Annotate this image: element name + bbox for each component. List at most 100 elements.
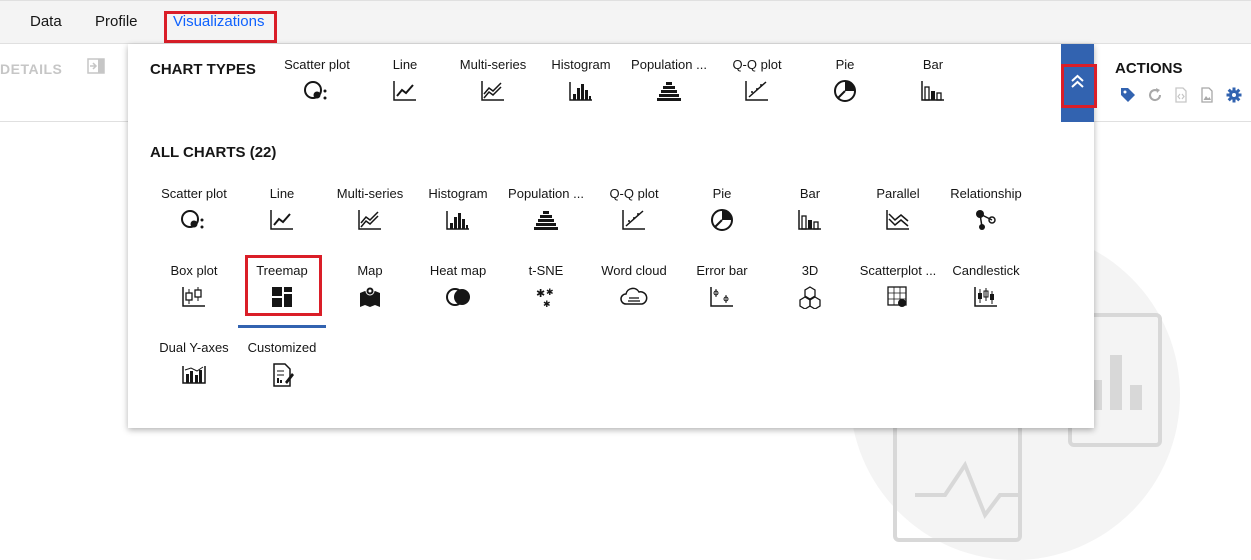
chart-map[interactable]: Map — [326, 263, 414, 323]
chart-type-pie[interactable]: Pie — [801, 57, 889, 117]
chart-label: Line — [269, 186, 295, 201]
chart-type-multi-series[interactable]: Multi-series — [449, 57, 537, 117]
chart-label: Parallel — [876, 186, 920, 201]
error-bar-icon — [710, 287, 733, 307]
divider — [1094, 121, 1251, 122]
chart-type-label: Pie — [835, 57, 855, 72]
chart-label: Scatter plot — [161, 186, 227, 201]
refresh-icon[interactable] — [1147, 87, 1163, 103]
chart-type-label: Scatter plot — [284, 57, 350, 72]
chart-relationship[interactable]: Relationship — [942, 186, 1030, 246]
chart-label: t-SNE — [528, 263, 564, 278]
multi-series-icon — [481, 81, 504, 101]
chart-label: Scatterplot ... — [859, 263, 937, 278]
chart-type-label: Histogram — [551, 57, 611, 72]
qq-plot-icon — [622, 210, 645, 230]
chart-type-histogram[interactable]: Histogram — [537, 57, 625, 117]
chart-candlestick[interactable]: Candlestick — [942, 263, 1030, 323]
chart-3d[interactable]: 3D — [766, 263, 854, 323]
chart-type-label: Population ... — [631, 57, 707, 72]
word-cloud-icon — [620, 287, 648, 305]
chart-label: Bar — [799, 186, 821, 201]
chart-error-bar[interactable]: Error bar — [678, 263, 766, 323]
chart-scatter-plot[interactable]: Scatter plot — [150, 186, 238, 246]
chart-label: Q-Q plot — [609, 186, 659, 201]
chart-bar[interactable]: Bar — [766, 186, 854, 246]
chart-label: 3D — [801, 263, 819, 278]
chart-label: Histogram — [428, 186, 488, 201]
chart-scatterplot-matrix[interactable]: Scatterplot ... — [854, 263, 942, 323]
population-pyramid-icon — [657, 82, 681, 101]
visualizations-highlight — [164, 11, 277, 43]
settings-icon[interactable] — [1226, 87, 1242, 103]
code-icon[interactable] — [1173, 87, 1189, 103]
chart-type-line[interactable]: Line — [361, 57, 449, 117]
details-title: DETAILS — [0, 61, 63, 77]
svg-text:✱: ✱ — [543, 300, 551, 309]
line-chart-icon — [270, 210, 293, 230]
parallel-coordinates-icon — [886, 210, 909, 230]
chart-type-population-pyramid[interactable]: Population ... — [625, 57, 713, 117]
heat-map-icon — [446, 288, 470, 306]
tab-bar: Data Profile Visualizations — [0, 0, 1251, 44]
qq-plot-icon — [745, 81, 768, 101]
scatter-plot-icon — [181, 210, 204, 229]
chart-pie[interactable]: Pie — [678, 186, 766, 246]
expand-panel-icon[interactable] — [87, 58, 105, 74]
line-chart-icon — [393, 81, 416, 101]
chart-heat-map[interactable]: Heat map — [414, 263, 502, 323]
chart-type-label: Bar — [922, 57, 944, 72]
divider — [0, 121, 128, 122]
dual-y-axes-icon — [182, 366, 206, 384]
chart-label: Pie — [712, 186, 732, 201]
tag-icon[interactable] — [1120, 87, 1136, 103]
customized-chart-icon — [273, 363, 294, 387]
chart-label: Candlestick — [952, 263, 1020, 278]
chart-label: Box plot — [170, 263, 218, 278]
chart-dual-y-axes[interactable]: Dual Y-axes — [150, 340, 238, 400]
selected-indicator — [238, 325, 326, 328]
bar-chart-icon — [921, 81, 944, 101]
chart-type-scatter-plot[interactable]: Scatter plot — [273, 57, 361, 117]
relationship-icon — [976, 210, 996, 230]
chart-line[interactable]: Line — [238, 186, 326, 246]
treemap-selection-highlight — [245, 255, 322, 316]
chart-types-title: CHART TYPES — [150, 61, 256, 78]
chart-word-cloud[interactable]: Word cloud — [590, 263, 678, 323]
svg-text:✱: ✱ — [546, 288, 554, 298]
histogram-icon — [446, 211, 469, 230]
population-pyramid-icon — [534, 211, 558, 230]
chart-type-label: Multi-series — [459, 57, 527, 72]
chart-label: Dual Y-axes — [159, 340, 229, 355]
chart-label: Error bar — [696, 263, 748, 278]
chart-label: Population ... — [508, 186, 584, 201]
chart-label: Multi-series — [336, 186, 404, 201]
chart-label: Map — [357, 263, 383, 278]
chart-label: Word cloud — [601, 263, 667, 278]
tab-data[interactable]: Data — [30, 13, 62, 30]
chart-type-bar[interactable]: Bar — [889, 57, 977, 117]
chart-type-label: Q-Q plot — [732, 57, 782, 72]
chart-t-sne[interactable]: t-SNE ✱ ✱ ✱ — [502, 263, 590, 323]
actions-title: ACTIONS — [1115, 60, 1183, 77]
scatterplot-matrix-icon — [887, 286, 907, 307]
chart-customized[interactable]: Customized — [238, 340, 326, 400]
chart-histogram[interactable]: Histogram — [414, 186, 502, 246]
chart-box-plot[interactable]: Box plot — [150, 263, 238, 323]
chart-qq-plot[interactable]: Q-Q plot — [590, 186, 678, 246]
chart-label: Relationship — [950, 186, 1022, 201]
chart-parallel[interactable]: Parallel — [854, 186, 942, 246]
map-icon — [360, 286, 380, 307]
chart-label: Customized — [247, 340, 317, 355]
image-icon[interactable] — [1199, 87, 1215, 103]
box-plot-icon — [182, 287, 205, 307]
histogram-icon — [569, 82, 592, 101]
tab-profile[interactable]: Profile — [95, 13, 138, 30]
chart-type-qq-plot[interactable]: Q-Q plot — [713, 57, 801, 117]
pie-chart-icon — [834, 80, 856, 102]
scatter-plot-icon — [304, 81, 327, 100]
pie-chart-icon — [711, 209, 733, 231]
svg-text:✱: ✱ — [536, 287, 545, 300]
chart-multi-series[interactable]: Multi-series — [326, 186, 414, 246]
chart-population-pyramid[interactable]: Population ... — [502, 186, 590, 246]
